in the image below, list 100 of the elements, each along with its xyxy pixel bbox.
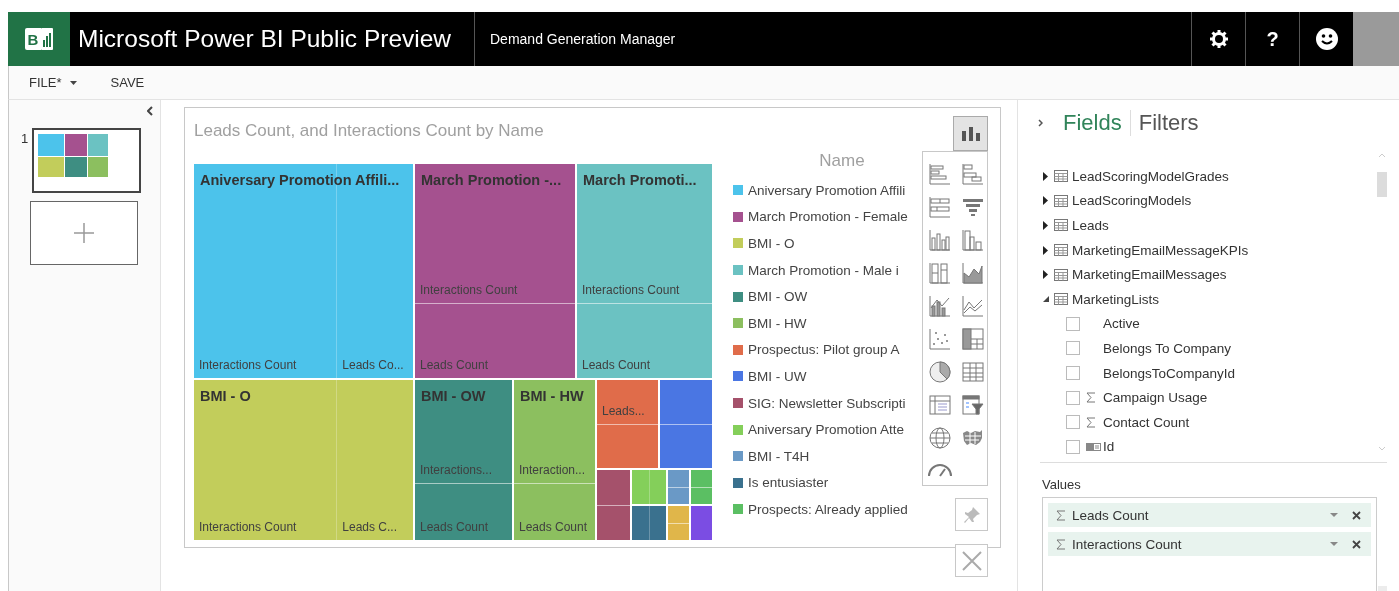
scroll-up-icon — [1378, 153, 1386, 158]
field-checkbox[interactable] — [1066, 415, 1080, 430]
pane-tab[interactable]: Filters — [1129, 110, 1207, 136]
expand-triangle-icon — [1042, 196, 1050, 206]
logo-letter: B — [25, 28, 41, 50]
globe-button[interactable] — [926, 424, 953, 451]
visual-title: Leads Count, and Interactions Count by Name — [194, 120, 544, 142]
tile-title: BMI - O — [200, 388, 251, 404]
expand-triangle-icon — [1042, 221, 1050, 230]
treemap-icon — [960, 326, 985, 351]
legend-label: BMI - UW — [748, 368, 807, 384]
tile-title: March Promoti... — [583, 172, 697, 188]
tile-title: BMI - HW — [520, 388, 584, 404]
field-checkbox[interactable] — [1066, 366, 1080, 381]
value-field[interactable]: Interactions Count — [1048, 532, 1371, 556]
field-checkbox[interactable] — [1066, 341, 1080, 356]
table-icon — [1054, 268, 1068, 281]
legend-label: Prospects: Already applied — [748, 501, 908, 517]
report-name: Demand Generation Manager — [490, 31, 676, 47]
value-name: Leads Count — [1072, 507, 1149, 523]
page-number: 1 — [21, 131, 29, 146]
legend-label: Is entusiaster — [748, 475, 829, 491]
value-field[interactable]: Leads Count — [1048, 503, 1371, 527]
field-name: Id — [1103, 439, 1115, 455]
pin-icon — [962, 505, 981, 524]
id-field-icon — [1086, 441, 1102, 452]
stacked-column-chart-icon — [927, 260, 952, 285]
globe-icon — [927, 425, 952, 450]
clustered-column-chart-icon — [960, 227, 985, 252]
bar-chart-icon — [927, 161, 952, 186]
close-icon — [1352, 539, 1361, 549]
tile-label: Leads Count — [420, 358, 489, 372]
close-icon — [1352, 510, 1361, 520]
clustered-bar-chart-icon — [960, 161, 985, 186]
visual-type-button[interactable] — [953, 116, 988, 151]
scatter-chart-icon — [927, 326, 952, 351]
legend-label: BMI - T4H — [748, 448, 810, 464]
expand-toggle[interactable] — [1042, 221, 1050, 230]
gauge-icon — [927, 464, 952, 477]
table-name: MarketingEmailMessages — [1072, 267, 1227, 283]
file-menu[interactable]: FILE* — [23, 71, 83, 94]
tile-label: Interaction... — [519, 463, 586, 477]
tile-title: Aniversary Promotion Affili... — [200, 172, 400, 188]
value-name: Interactions Count — [1072, 536, 1182, 552]
caret-icon — [1330, 513, 1338, 517]
table-name: LeadScoringModelGrades — [1072, 168, 1229, 184]
collapse-triangle-icon — [1042, 294, 1050, 304]
legend-label: BMI - OW — [748, 289, 808, 305]
collapse-icon — [147, 106, 153, 116]
add-page-button[interactable] — [30, 201, 138, 265]
line-chart-icon — [960, 293, 985, 318]
expand-triangle-icon — [1042, 245, 1050, 255]
close-button[interactable] — [955, 544, 988, 577]
expand-toggle[interactable] — [1042, 171, 1050, 181]
tile-label: Interactions Count — [420, 282, 518, 297]
tile-label: Leads... — [602, 403, 645, 418]
tile-label: Leads Co... — [342, 358, 404, 372]
legend-label: March Promotion - Female — [748, 209, 908, 225]
field-checkbox[interactable] — [1066, 316, 1080, 331]
field-checkbox[interactable] — [1066, 390, 1080, 405]
legend-label: Aniversary Promotion Affili — [748, 182, 906, 198]
expand-triangle-icon — [1042, 171, 1050, 181]
slicer-icon — [960, 392, 985, 417]
expand-toggle[interactable] — [1042, 270, 1050, 280]
sigma-icon — [1086, 392, 1096, 404]
pie-chart-button[interactable] — [926, 358, 953, 385]
scrollbar-thumb[interactable] — [1377, 172, 1387, 197]
table-name: Leads — [1072, 218, 1109, 233]
line-column-chart-icon — [927, 293, 952, 318]
smiley-icon — [1315, 28, 1338, 50]
field-checkbox[interactable] — [1066, 439, 1080, 454]
caret-icon — [1330, 542, 1338, 546]
field-name: Campaign Usage — [1103, 390, 1208, 406]
expand-toggle[interactable] — [1042, 196, 1050, 206]
legend-label: BMI - HW — [748, 315, 807, 331]
pane-tab[interactable]: Fields — [1055, 110, 1130, 136]
table-name: MarketingEmailMessageKPIs — [1072, 242, 1249, 258]
sigma-icon — [1086, 416, 1096, 428]
stacked-bar-chart-icon — [927, 194, 952, 219]
tile-title: BMI - OW — [421, 388, 486, 404]
save-button[interactable]: SAVE — [104, 71, 151, 94]
caret-icon — [69, 80, 77, 85]
tile-label: Leads Count — [582, 358, 651, 372]
treemap-button[interactable] — [959, 325, 986, 352]
expand-toggle[interactable] — [1042, 245, 1050, 255]
legend-label: SIG: Newsletter Subscripti — [748, 395, 906, 411]
expand-toggle[interactable] — [1042, 294, 1050, 304]
pin-button[interactable] — [955, 498, 988, 531]
legend-title: Name — [818, 151, 866, 172]
expand-icon — [1038, 119, 1043, 127]
tile-label: Leads C... — [342, 520, 397, 534]
avatar-photo-placeholder — [1353, 12, 1399, 66]
legend-label: Aniversary Promotion Atte — [748, 422, 905, 438]
tile-label: Leads Count — [519, 520, 588, 534]
values-label: Values — [1041, 476, 1082, 494]
tile-label: Leads Count — [420, 520, 489, 534]
legend-label: BMI - O — [748, 236, 795, 251]
page-thumbnail[interactable] — [32, 128, 141, 193]
table-icon — [1054, 219, 1068, 232]
field-name: BelongsToCompanyId — [1103, 365, 1236, 381]
